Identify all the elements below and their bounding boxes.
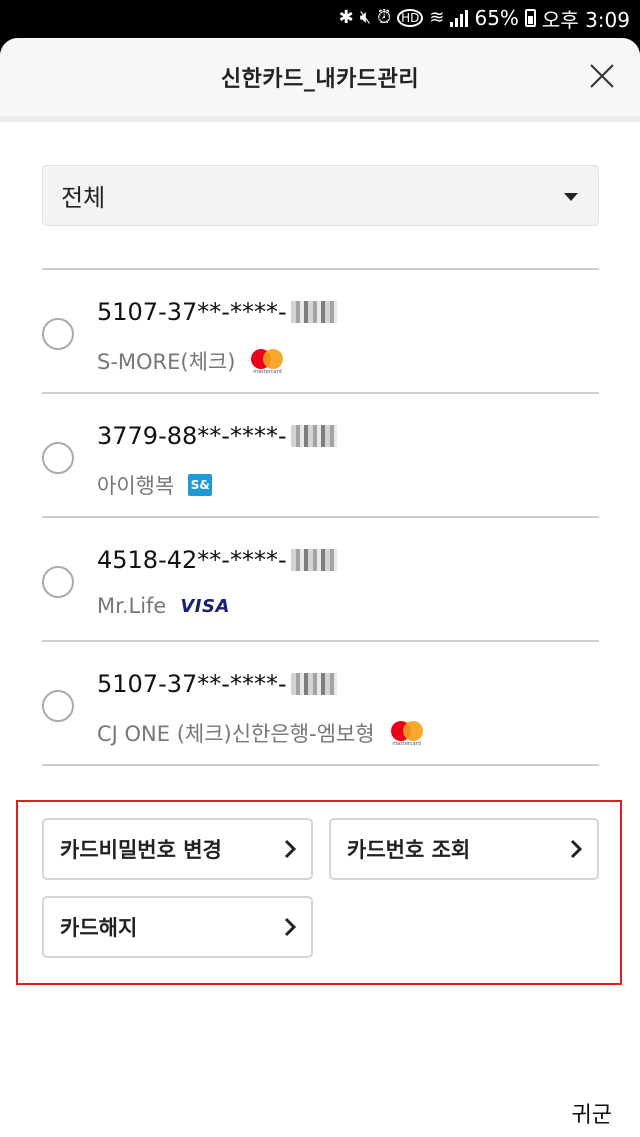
card-number: 5107-37**-****-	[97, 298, 337, 326]
card-number: 5107-37**-****-	[97, 670, 337, 698]
chevron-right-icon	[284, 917, 297, 937]
mastercard-logo-icon: mastercard	[389, 719, 425, 747]
status-bar: ✱ 🔇︎ ⏰︎ HD ≋ 65% 오후 3:09	[0, 0, 640, 36]
s-and-logo-icon: S&	[188, 474, 213, 496]
header: 신한카드_내카드관리	[0, 38, 640, 122]
watermark: 귀군	[571, 1103, 612, 1128]
mute-icon: 🔇︎	[359, 7, 372, 28]
card-number-text: 5107-37**-****-	[97, 670, 287, 698]
card-number: 4518-42**-****-	[97, 546, 337, 574]
card-number-text: 4518-42**-****-	[97, 546, 287, 574]
card-name-text: Mr.Life	[97, 594, 167, 618]
cancel-card-button[interactable]: 카드해지	[42, 896, 313, 958]
card-row[interactable]: 5107-37**-****- CJ ONE (체크)신한은행-엠보형 mast…	[42, 642, 599, 766]
card-number-text: 5107-37**-****-	[97, 298, 287, 326]
card-radio[interactable]	[42, 690, 74, 722]
masked-digits	[290, 425, 337, 447]
card-name: CJ ONE (체크)신한은행-엠보형 mastercard	[97, 718, 425, 748]
chevron-right-icon	[570, 839, 583, 859]
change-pin-button[interactable]: 카드비밀번호 변경	[42, 818, 313, 880]
card-number-text: 3779-88**-****-	[97, 422, 287, 450]
battery-icon	[524, 9, 536, 27]
masked-digits	[290, 301, 337, 323]
chevron-right-icon	[284, 839, 297, 859]
caret-down-icon	[564, 193, 578, 201]
card-name: 아이행복 S&	[97, 470, 213, 500]
card-row[interactable]: 4518-42**-****- Mr.Life VISA	[42, 518, 599, 642]
card-name-text: 아이행복	[97, 474, 175, 498]
masked-digits	[290, 673, 337, 695]
card-row[interactable]: 3779-88**-****- 아이행복 S&	[42, 394, 599, 518]
bluetooth-icon: ✱	[338, 7, 354, 28]
card-name-text: S-MORE(체크)	[97, 350, 236, 374]
visa-logo-icon: VISA	[180, 595, 230, 617]
card-name-text: CJ ONE (체크)신한은행-엠보형	[97, 722, 375, 746]
hd-icon: HD	[397, 9, 424, 27]
wifi-icon: ≋	[429, 7, 445, 28]
card-name: Mr.Life VISA	[97, 594, 230, 618]
masked-digits	[290, 549, 337, 571]
card-radio[interactable]	[42, 442, 74, 474]
card-filter-value: 전체	[61, 184, 106, 212]
page-title: 신한카드_내카드관리	[220, 67, 420, 92]
card-name: S-MORE(체크) mastercard	[97, 346, 285, 376]
mastercard-logo-icon: mastercard	[249, 347, 285, 375]
card-row[interactable]: 5107-37**-****- S-MORE(체크) mastercard	[42, 270, 599, 394]
change-pin-label: 카드비밀번호 변경	[60, 838, 222, 862]
card-radio[interactable]	[42, 318, 74, 350]
cancel-card-label: 카드해지	[60, 916, 138, 940]
signal-icon	[450, 9, 469, 27]
battery-percent: 65%	[474, 6, 519, 30]
status-time: 오후 3:09	[541, 7, 630, 32]
card-filter-select[interactable]: 전체	[42, 165, 599, 226]
close-icon[interactable]	[588, 62, 616, 90]
card-list: 5107-37**-****- S-MORE(체크) mastercard 37…	[42, 268, 599, 766]
view-card-number-button[interactable]: 카드번호 조회	[329, 818, 599, 880]
card-radio[interactable]	[42, 566, 74, 598]
alarm-icon: ⏰︎	[377, 7, 392, 28]
card-number: 3779-88**-****-	[97, 422, 337, 450]
view-card-number-label: 카드번호 조회	[347, 838, 471, 862]
